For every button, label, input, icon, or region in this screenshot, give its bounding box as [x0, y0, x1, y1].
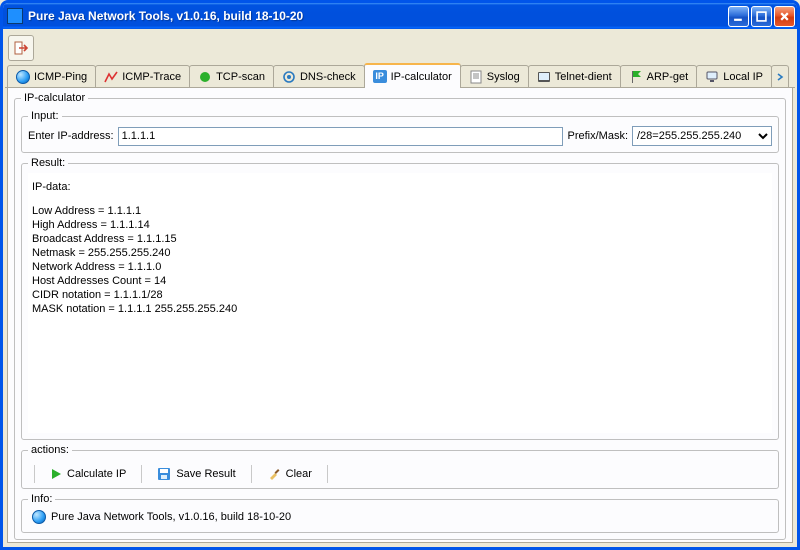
actions-legend: actions:	[28, 444, 72, 456]
result-body[interactable]: IP-data: Low Address = 1.1.1.1High Addre…	[28, 173, 772, 433]
save-label: Save Result	[176, 468, 235, 480]
result-line: MASK notation = 1.1.1.1 255.255.255.240	[32, 302, 768, 316]
doc-icon	[469, 70, 483, 84]
tab-icmp-trace[interactable]: ICMP-Trace	[95, 65, 190, 87]
titlebar[interactable]: Pure Java Network Tools, v1.0.16, build …	[3, 3, 797, 29]
tab-syslog[interactable]: Syslog	[460, 65, 529, 87]
result-line: Broadcast Address = 1.1.1.15	[32, 232, 768, 246]
tab-telnet-dient[interactable]: Telnet-dient	[528, 65, 621, 87]
result-group: Result: IP-data: Low Address = 1.1.1.1Hi…	[21, 157, 779, 440]
result-legend: Result:	[28, 157, 68, 169]
input-group: Input: Enter IP-address: Prefix/Mask: /2…	[21, 110, 779, 153]
prefix-mask-select[interactable]: /28=255.255.255.240	[632, 126, 772, 146]
tab-local-ip[interactable]: Local IP	[696, 65, 772, 87]
tab-icmp-ping[interactable]: ICMP-Ping	[7, 65, 96, 87]
term-icon	[537, 70, 551, 84]
info-text: Pure Java Network Tools, v1.0.16, build …	[51, 511, 291, 523]
save-result-button[interactable]: Save Result	[150, 464, 242, 484]
info-legend: Info:	[28, 493, 55, 505]
result-heading: IP-data:	[32, 180, 768, 194]
close-button[interactable]	[774, 6, 795, 27]
tab-label: ICMP-Ping	[34, 71, 87, 83]
ip-address-input[interactable]	[118, 127, 564, 146]
play-icon	[50, 468, 62, 480]
exit-button[interactable]	[8, 35, 34, 61]
floppy-icon	[157, 467, 171, 481]
clear-button[interactable]: Clear	[260, 464, 319, 484]
tab-ip-calculator[interactable]: IP IP-calculator	[364, 63, 461, 88]
tabs: ICMP-PingICMP-TraceTCP-scanDNS-checkIPIP…	[5, 63, 795, 88]
app-icon	[7, 8, 23, 24]
input-legend: Input:	[28, 110, 62, 122]
tab-label: TCP-scan	[216, 71, 265, 83]
tab-label: IP-calculator	[391, 71, 452, 83]
separator	[141, 465, 142, 483]
tab-label: Syslog	[487, 71, 520, 83]
result-line: Host Addresses Count = 14	[32, 274, 768, 288]
window: Pure Java Network Tools, v1.0.16, build …	[0, 0, 800, 550]
prefix-mask-label: Prefix/Mask:	[567, 130, 628, 142]
result-line: High Address = 1.1.1.14	[32, 218, 768, 232]
result-line: Netmask = 255.255.255.240	[32, 246, 768, 260]
tab-tcp-scan[interactable]: TCP-scan	[189, 65, 274, 87]
actions-group: actions: Calculate IP	[21, 444, 779, 489]
result-line: Low Address = 1.1.1.1	[32, 204, 768, 218]
ip-address-label: Enter IP-address:	[28, 130, 114, 142]
toolbar	[5, 31, 795, 63]
tab-dns-check[interactable]: DNS-check	[273, 65, 365, 87]
greendot-icon	[198, 70, 212, 84]
clear-label: Clear	[286, 468, 312, 480]
separator	[251, 465, 252, 483]
maximize-button[interactable]	[751, 6, 772, 27]
result-line: Network Address = 1.1.1.0	[32, 260, 768, 274]
tab-label: Telnet-dient	[555, 71, 612, 83]
tab-scroll-right[interactable]	[771, 65, 789, 87]
tab-arp-get[interactable]: ARP-get	[620, 65, 698, 87]
tab-label: Local IP	[723, 71, 763, 83]
window-title: Pure Java Network Tools, v1.0.16, build …	[28, 9, 728, 23]
tab-label: ICMP-Trace	[122, 71, 181, 83]
ip-icon: IP	[373, 70, 387, 84]
globe-icon	[16, 70, 30, 84]
tab-label: ARP-get	[647, 71, 689, 83]
broom-icon	[267, 467, 281, 481]
result-line: CIDR notation = 1.1.1.1/28	[32, 288, 768, 302]
pc-icon	[705, 70, 719, 84]
flag-icon	[629, 70, 643, 84]
exit-icon	[13, 40, 29, 56]
separator	[327, 465, 328, 483]
ip-calculator-pane: IP-calculator Input: Enter IP-address: P…	[7, 88, 793, 543]
dns-icon	[282, 70, 296, 84]
calculate-ip-button[interactable]: Calculate IP	[43, 465, 133, 483]
info-group: Info: Pure Java Network Tools, v1.0.16, …	[21, 493, 779, 533]
groupbox-title: IP-calculator	[21, 92, 88, 104]
minimize-button[interactable]	[728, 6, 749, 27]
calculate-label: Calculate IP	[67, 468, 126, 480]
separator	[34, 465, 35, 483]
globe-icon	[32, 510, 46, 524]
trace-icon	[104, 70, 118, 84]
tab-label: DNS-check	[300, 71, 356, 83]
ip-calculator-group: IP-calculator Input: Enter IP-address: P…	[14, 92, 786, 540]
